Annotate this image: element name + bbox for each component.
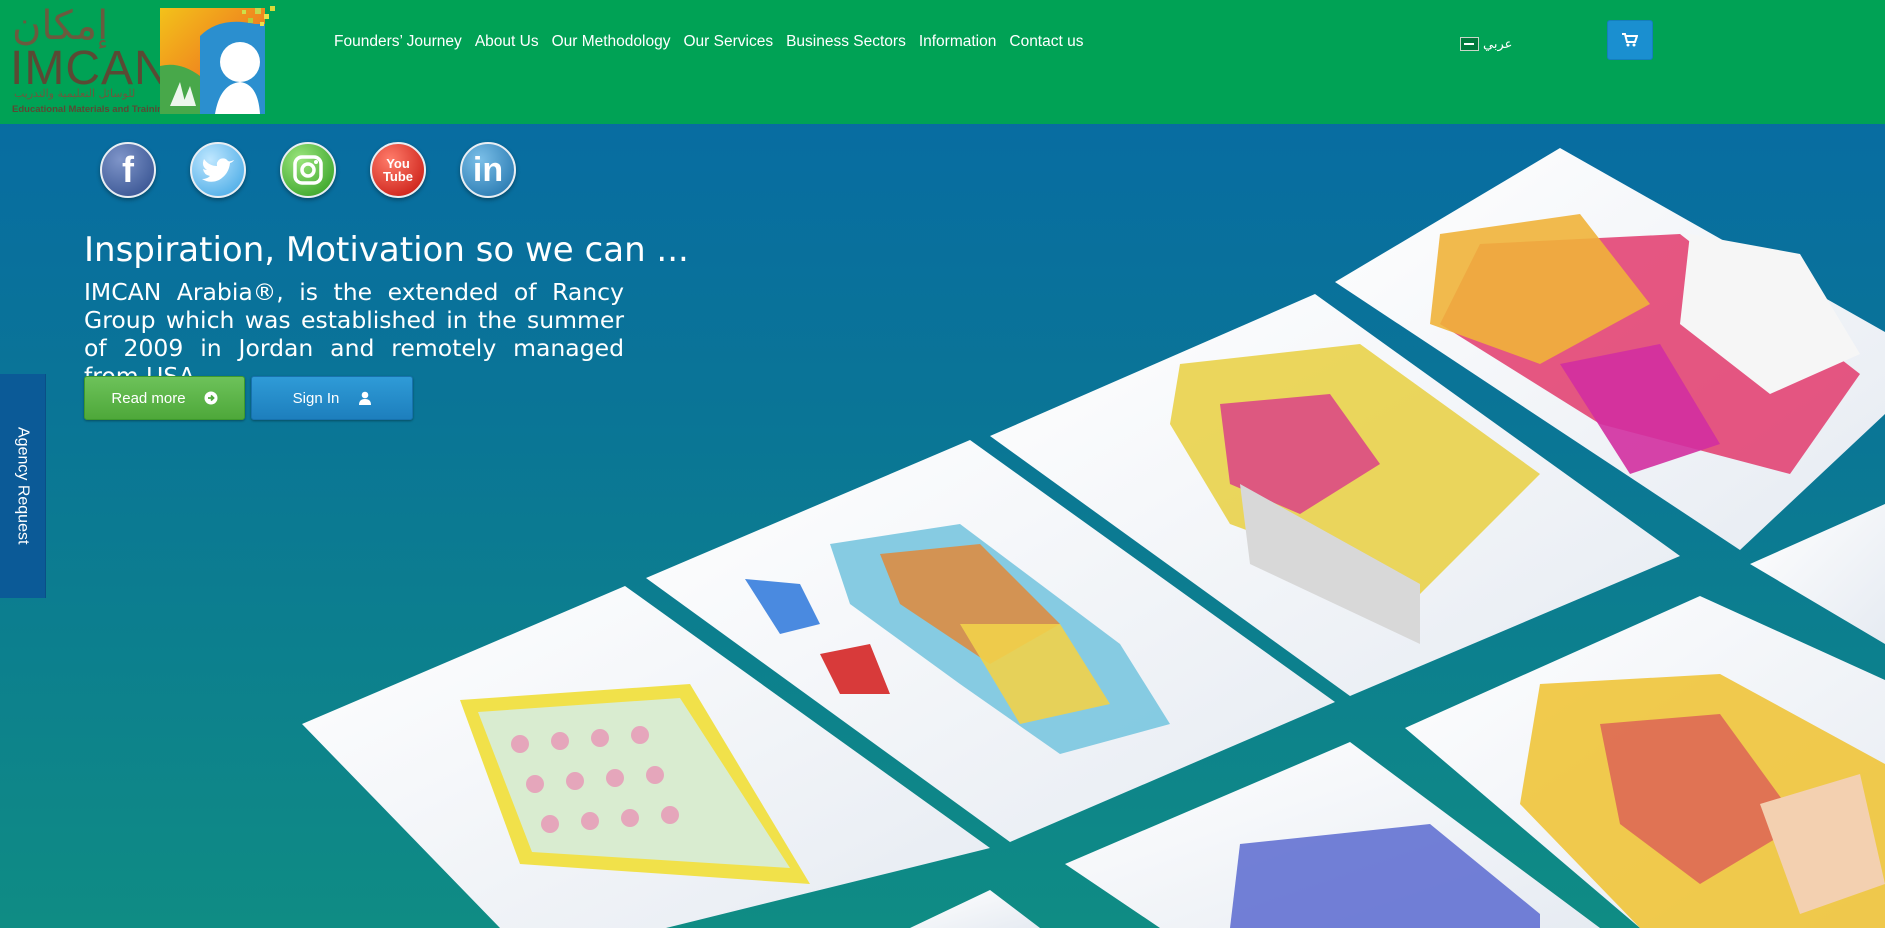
agency-request-tab[interactable]: Agency Request: [0, 374, 46, 598]
logo-emblem-image[interactable]: [160, 6, 278, 114]
sign-in-button[interactable]: Sign In: [251, 376, 413, 420]
facebook-icon[interactable]: f: [100, 142, 156, 198]
sign-in-label: Sign In: [292, 389, 340, 407]
linkedin-icon[interactable]: in: [460, 142, 516, 198]
language-label: عربي: [1483, 36, 1513, 51]
nav-business-sectors[interactable]: Business Sectors: [786, 32, 906, 52]
nav-our-methodology[interactable]: Our Methodology: [552, 32, 671, 52]
youtube-icon[interactable]: You Tube: [370, 142, 426, 198]
agency-request-label: Agency Request: [14, 427, 32, 545]
twitter-icon[interactable]: [190, 142, 246, 198]
read-more-label: Read more: [111, 389, 186, 407]
arrow-circle-right-icon: [204, 391, 218, 405]
language-switcher[interactable]: عربي: [1460, 36, 1512, 52]
hero-title: Inspiration, Motivation so we can ...: [84, 230, 689, 270]
nav-contact-us[interactable]: Contact us: [1009, 32, 1083, 52]
site-header: إمكان IMCAN للوسائل التعليمية والتدريب E…: [0, 0, 1885, 124]
instagram-icon[interactable]: [280, 142, 336, 198]
site-logo[interactable]: إمكان IMCAN للوسائل التعليمية والتدريب E…: [10, 4, 169, 116]
product-tile-far-right: [1750, 504, 1885, 644]
shopping-cart-icon: [1622, 33, 1638, 47]
nav-about-us[interactable]: About Us: [475, 32, 539, 52]
user-icon: [359, 391, 372, 405]
nav-our-services[interactable]: Our Services: [683, 32, 773, 52]
nav-founders-journey[interactable]: Founders’ Journey: [334, 32, 462, 52]
main-nav: Founders’ Journey About Us Our Methodolo…: [334, 32, 1096, 52]
logo-english-tagline: Educational Materials and Training: [12, 104, 169, 115]
cart-button[interactable]: [1607, 20, 1653, 60]
logo-arabic-tagline: للوسائل التعليمية والتدريب: [14, 87, 136, 100]
nav-information[interactable]: Information: [919, 32, 997, 52]
hero-description: IMCAN Arabia®, is the extended of Rancy …: [84, 278, 624, 390]
saudi-flag-icon: [1460, 37, 1479, 51]
social-links: f You Tube in: [100, 142, 516, 198]
read-more-button[interactable]: Read more: [84, 376, 245, 420]
